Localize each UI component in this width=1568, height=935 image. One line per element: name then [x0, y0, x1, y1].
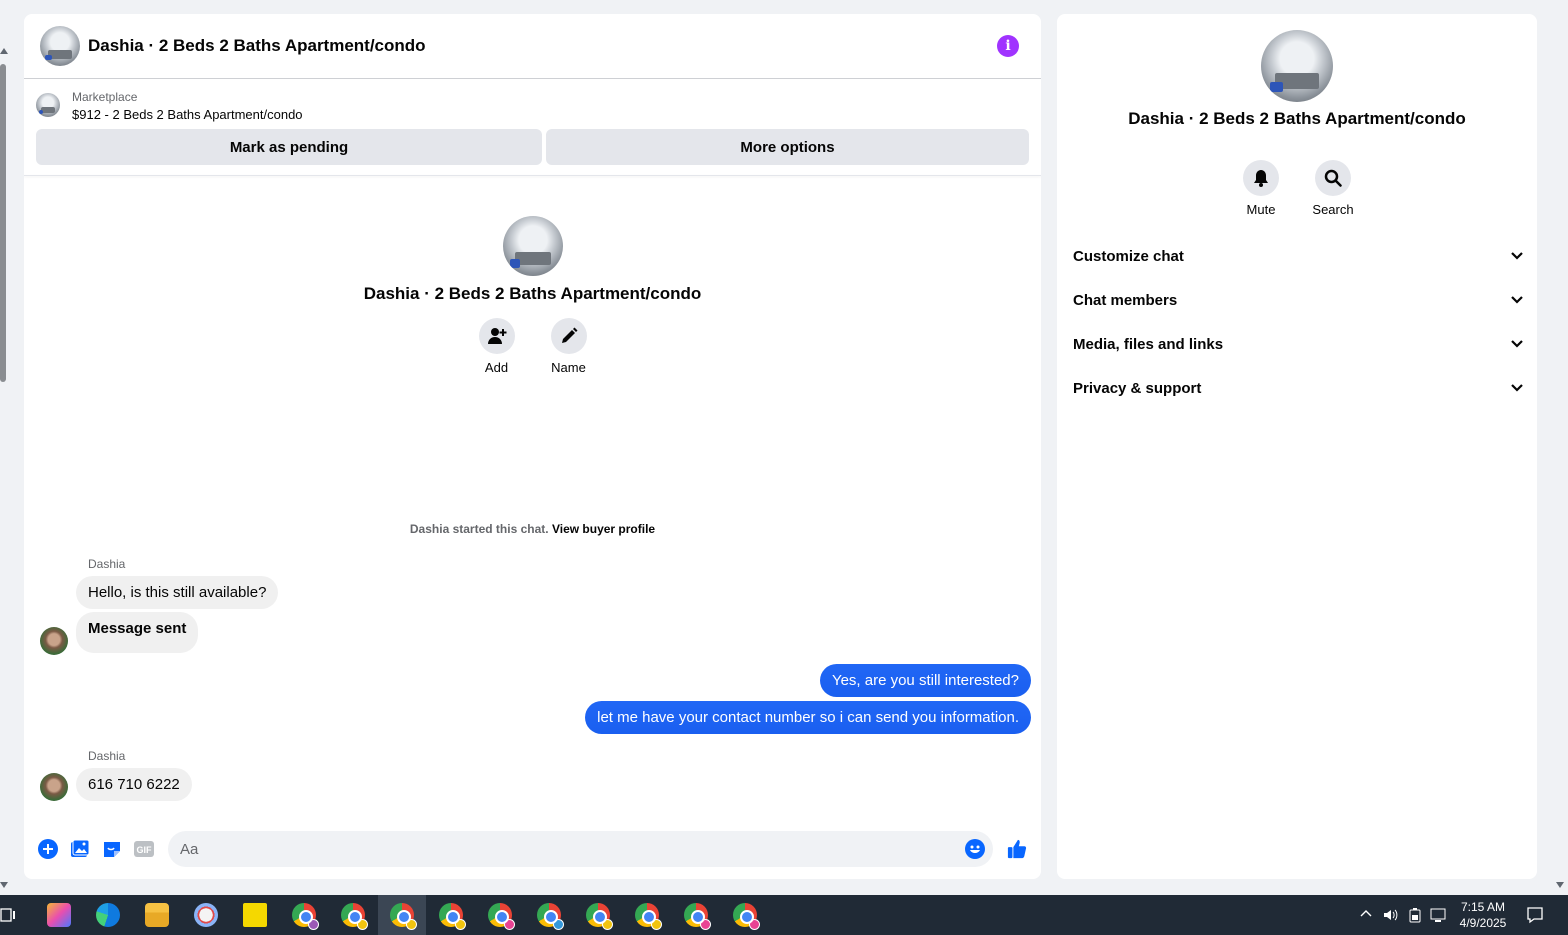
started-text: Dashia started this chat. — [409, 522, 549, 536]
more-options-button[interactable]: More options — [546, 129, 1029, 165]
outgoing-message[interactable]: let me have your contact number so i can… — [585, 701, 1031, 734]
mark-as-pending-button[interactable]: Mark as pending — [36, 129, 542, 165]
sticker-icon[interactable] — [102, 839, 122, 859]
add-people-action[interactable]: Add — [478, 318, 515, 375]
speaker-icon[interactable] — [1382, 907, 1398, 923]
customize-chat-section[interactable]: Customize chat — [1073, 234, 1523, 278]
intro-title: Dashia · 2 Beds 2 Baths Apartment/condo — [363, 284, 702, 303]
page-scrollbar[interactable] — [0, 0, 8, 895]
mute-action[interactable]: Mute — [1243, 160, 1279, 217]
listing-actions: Mark as pending More options — [24, 129, 1041, 165]
info-title: Dashia · 2 Beds 2 Baths Apartment/condo — [1128, 109, 1466, 128]
search-action[interactable]: Search — [1312, 160, 1354, 217]
chrome-icon[interactable] — [439, 903, 466, 930]
message-composer: GIF Aa — [24, 829, 1041, 869]
notification-icon[interactable] — [1526, 906, 1544, 924]
sender-avatar[interactable] — [40, 627, 68, 655]
outgoing-message[interactable]: Yes, are you still interested? — [819, 664, 1031, 697]
incoming-message[interactable]: Message sent — [76, 612, 199, 653]
listing-source: Marketplace — [72, 90, 138, 104]
chevron-down-icon — [1511, 340, 1523, 348]
chrome-icon[interactable] — [488, 903, 515, 930]
chrome-icon[interactable] — [586, 903, 613, 930]
scroll-down-arrow-icon[interactable] — [0, 882, 8, 888]
system-clock[interactable]: 7:15 AM 4/9/2025 — [1438, 899, 1528, 931]
sender-name: Dashia — [88, 557, 126, 571]
chrome-icon[interactable] — [733, 903, 760, 930]
chat-header: Dashia · 2 Beds 2 Baths Apartment/condo … — [24, 14, 1041, 79]
message-input[interactable]: Aa — [168, 831, 993, 867]
mute-label: Mute — [1246, 202, 1276, 217]
clock-date: 4/9/2025 — [1459, 916, 1507, 930]
section-label: Chat members — [1073, 291, 1178, 309]
chat-panel: Dashia · 2 Beds 2 Baths Apartment/condo … — [24, 14, 1041, 879]
sender-name: Dashia — [88, 749, 126, 763]
chevron-down-icon — [1511, 296, 1523, 304]
scrollbar-thumb[interactable] — [0, 64, 6, 382]
emoji-icon[interactable] — [965, 839, 985, 859]
media-files-links-section[interactable]: Media, files and links — [1073, 322, 1523, 366]
add-person-icon[interactable] — [478, 318, 515, 354]
search-icon[interactable] — [1315, 160, 1351, 196]
add-label: Add — [484, 360, 509, 375]
right-scroll-down-arrow-icon[interactable] — [1556, 882, 1564, 888]
svg-text:GIF: GIF — [137, 845, 153, 855]
section-label: Privacy & support — [1073, 379, 1202, 397]
edge-icon[interactable] — [96, 903, 120, 927]
chrome-icon[interactable] — [537, 903, 564, 930]
gif-icon[interactable]: GIF — [134, 839, 154, 859]
scroll-up-arrow-icon[interactable] — [0, 48, 8, 54]
chrome-icon[interactable] — [292, 903, 319, 930]
incoming-message[interactable]: 616 710 6222 — [76, 768, 192, 801]
chrome-icon[interactable] — [684, 903, 711, 930]
name-chat-action[interactable]: Name — [550, 318, 587, 375]
chevron-down-icon — [1511, 252, 1523, 260]
name-label: Name — [551, 360, 586, 375]
taskbar: 7:15 AM 4/9/2025 — [0, 895, 1568, 935]
listing-divider — [24, 175, 1041, 176]
chrome-icon[interactable] — [341, 903, 368, 930]
message-input-placeholder: Aa — [180, 840, 199, 858]
chat-intro: Dashia · 2 Beds 2 Baths Apartment/condo … — [24, 216, 1041, 375]
thumbs-up-icon[interactable] — [1007, 839, 1027, 859]
privacy-support-section[interactable]: Privacy & support — [1073, 366, 1523, 410]
chrome-icon[interactable] — [635, 903, 662, 930]
photo-icon[interactable] — [70, 839, 90, 859]
search-label: Search — [1312, 202, 1354, 217]
chat-started-notice: Dashia started this chat. View buyer pro… — [24, 522, 1041, 536]
section-label: Customize chat — [1073, 247, 1184, 265]
file-explorer-icon[interactable] — [145, 903, 169, 927]
bell-icon[interactable] — [1243, 160, 1279, 196]
paint-icon[interactable] — [194, 903, 218, 927]
section-label: Media, files and links — [1073, 335, 1224, 353]
task-view-icon[interactable] — [0, 907, 16, 923]
sender-avatar[interactable] — [40, 773, 68, 801]
chat-info-panel: Dashia · 2 Beds 2 Baths Apartment/condo … — [1057, 14, 1537, 879]
clock-time: 7:15 AM — [1460, 900, 1506, 914]
info-icon[interactable]: i — [997, 35, 1019, 57]
incoming-message[interactable]: Hello, is this still available? — [76, 576, 279, 609]
info-actions: Mute Search — [1057, 160, 1537, 217]
battery-icon[interactable] — [1408, 907, 1422, 923]
info-avatar[interactable] — [1261, 30, 1333, 102]
chat-title[interactable]: Dashia · 2 Beds 2 Baths Apartment/condo — [88, 36, 997, 56]
chat-avatar[interactable] — [40, 26, 80, 66]
chrome-icon[interactable] — [390, 903, 417, 930]
pencil-icon[interactable] — [550, 318, 587, 354]
chevron-down-icon — [1511, 384, 1523, 392]
sticky-notes-icon[interactable] — [243, 903, 267, 927]
view-buyer-profile-link[interactable]: View buyer profile — [552, 522, 655, 536]
listing-title: $912 - 2 Beds 2 Baths Apartment/condo — [72, 107, 303, 122]
listing-summary[interactable]: Marketplace $912 - 2 Beds 2 Baths Apartm… — [24, 79, 1041, 129]
copilot-icon[interactable] — [47, 903, 71, 927]
plus-icon[interactable] — [38, 839, 58, 859]
chevron-up-icon[interactable] — [1360, 909, 1372, 917]
intro-avatar — [502, 216, 563, 276]
listing-thumbnail — [36, 93, 60, 117]
chat-members-section[interactable]: Chat members — [1073, 278, 1523, 322]
